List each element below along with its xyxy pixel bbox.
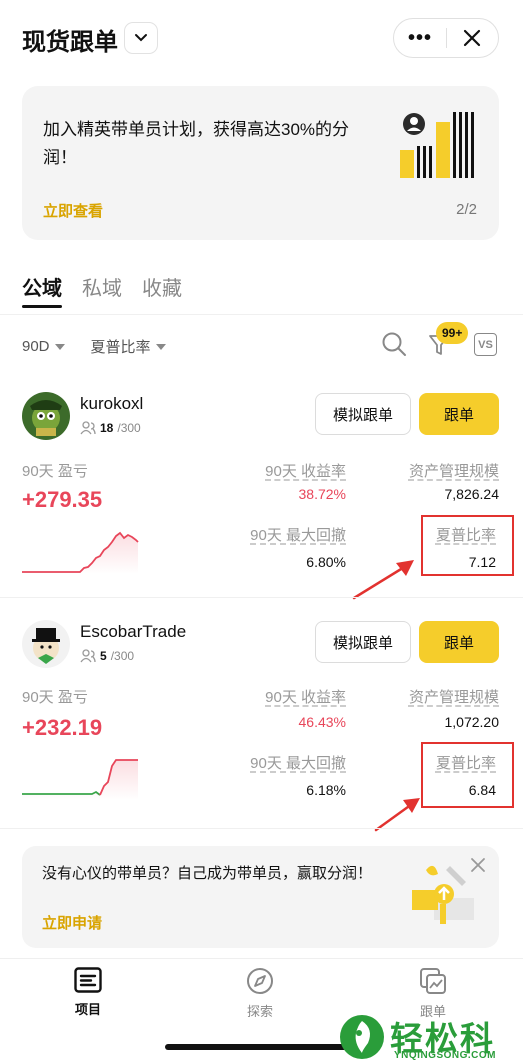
card-divider bbox=[0, 597, 523, 598]
simulate-follow-button[interactable]: 模拟跟单 bbox=[315, 621, 411, 663]
aum-value: 1,072.20 bbox=[444, 714, 500, 730]
tabs-divider bbox=[0, 314, 523, 315]
follow-button[interactable]: 跟单 bbox=[419, 621, 499, 663]
header: 现货跟单 ••• bbox=[0, 0, 523, 76]
close-icon[interactable] bbox=[469, 856, 487, 874]
nav-label: 项目 bbox=[74, 1002, 101, 1017]
people-icon bbox=[80, 649, 96, 663]
pnl-label: 90天 盈亏 bbox=[22, 463, 88, 480]
compare-vs-button[interactable]: VS bbox=[474, 333, 497, 356]
banner-view-link[interactable]: 立即查看 bbox=[43, 200, 103, 221]
roi-value: 46.43% bbox=[298, 714, 346, 730]
pnl-label: 90天 盈亏 bbox=[22, 689, 88, 706]
max-drawdown-label: 90天 最大回撤 bbox=[250, 527, 346, 544]
filter-bar: 90D 夏普比率 bbox=[22, 336, 166, 357]
avatar[interactable] bbox=[22, 620, 70, 668]
close-button[interactable] bbox=[447, 18, 498, 58]
follow-button[interactable]: 跟单 bbox=[419, 393, 499, 435]
simulate-follow-button[interactable]: 模拟跟单 bbox=[315, 393, 411, 435]
title-dropdown-button[interactable] bbox=[124, 22, 158, 54]
become-trader-promo[interactable]: 没有心仪的带单员？自己成为带单员，赢取分润！ 立即申请 bbox=[22, 846, 499, 948]
close-icon bbox=[464, 29, 481, 47]
follower-max: /300 bbox=[117, 421, 141, 435]
more-button[interactable]: ••• bbox=[394, 18, 446, 58]
compass-icon bbox=[247, 968, 273, 994]
follower-count: 18/300 bbox=[80, 421, 141, 435]
avatar[interactable] bbox=[22, 392, 70, 440]
tab-public[interactable]: 公域 bbox=[22, 272, 62, 308]
trader-name[interactable]: kurokoxl bbox=[80, 394, 143, 414]
caret-down-icon bbox=[54, 343, 65, 350]
period-filter-label: 90D bbox=[22, 338, 50, 355]
caret-down-icon bbox=[155, 343, 166, 350]
nav-item-explore[interactable]: 探索 bbox=[220, 967, 300, 1020]
category-tabs: 公域 私域 收藏 bbox=[22, 272, 182, 308]
banner-page-indicator: 2/2 bbox=[456, 201, 477, 218]
pnl-sparkline bbox=[22, 531, 139, 574]
page-title: 现货跟单 bbox=[22, 29, 118, 56]
trader-avatar-icon bbox=[22, 392, 70, 440]
follower-max: /300 bbox=[110, 649, 135, 663]
promo-text: 没有心仪的带单员？自己成为带单员，赢取分润！ bbox=[42, 865, 373, 882]
chevron-down-icon bbox=[135, 34, 147, 42]
copy-chart-icon bbox=[420, 968, 446, 994]
search-icon[interactable] bbox=[381, 331, 407, 357]
roi-label: 90天 收益率 bbox=[265, 463, 346, 480]
roi-label: 90天 收益率 bbox=[265, 689, 346, 706]
aum-label: 资产管理规模 bbox=[408, 463, 499, 480]
period-filter[interactable]: 90D bbox=[22, 336, 65, 357]
banner-text: 加入精英带单员计划，获得高达30%的分润！ bbox=[43, 120, 350, 167]
trader-avatar-icon bbox=[22, 620, 70, 668]
pnl-value: +279.35 bbox=[22, 487, 103, 512]
tab-private[interactable]: 私域 bbox=[82, 272, 122, 301]
max-drawdown-value: 6.18% bbox=[306, 782, 346, 798]
nav-label: 探索 bbox=[246, 1004, 273, 1019]
aum-label: 资产管理规模 bbox=[408, 689, 499, 706]
trader-name[interactable]: EscobarTrade bbox=[80, 622, 186, 642]
arrow-annotation-icon bbox=[352, 560, 414, 600]
aum-value: 7,826.24 bbox=[444, 486, 500, 502]
max-drawdown-label: 90天 最大回撤 bbox=[250, 755, 346, 772]
trader-card[interactable]: kurokoxl 18/300 模拟跟单 跟单 90天 盈亏 +279.35 9… bbox=[0, 380, 523, 600]
sort-filter[interactable]: 夏普比率 bbox=[91, 336, 166, 357]
sharpe-highlight-box bbox=[421, 515, 514, 576]
sharpe-highlight-box bbox=[421, 742, 514, 808]
card-divider bbox=[0, 828, 523, 829]
trader-chart-illustration-icon bbox=[400, 112, 474, 178]
follower-current: 5 bbox=[100, 649, 107, 663]
follower-current: 18 bbox=[100, 421, 114, 435]
roi-value: 38.72% bbox=[298, 486, 346, 502]
watermark: 轻松科技 YNQINGSONG.COM bbox=[336, 1012, 523, 1062]
filter-count-badge: 99+ bbox=[436, 322, 469, 344]
promo-apply-link[interactable]: 立即申请 bbox=[42, 912, 102, 933]
home-indicator bbox=[165, 1044, 355, 1050]
pnl-sparkline bbox=[22, 759, 138, 800]
follower-count: 5/300 bbox=[80, 649, 134, 663]
max-drawdown-value: 6.80% bbox=[306, 554, 346, 570]
tab-favorites[interactable]: 收藏 bbox=[142, 272, 182, 301]
watermark-logo-icon bbox=[340, 1015, 384, 1059]
people-icon bbox=[80, 421, 96, 435]
sort-filter-label: 夏普比率 bbox=[90, 339, 151, 356]
trader-card[interactable]: EscobarTrade 5/300 模拟跟单 跟单 90天 盈亏 +232.1… bbox=[0, 608, 523, 832]
gift-illustration-icon bbox=[412, 865, 474, 924]
watermark-subtext: YNQINGSONG.COM bbox=[394, 1050, 497, 1061]
mini-program-capsule: ••• bbox=[393, 18, 499, 58]
nav-item-project[interactable]: 项目 bbox=[48, 967, 128, 1018]
pnl-value: +232.19 bbox=[22, 715, 103, 740]
list-icon bbox=[74, 967, 102, 993]
elite-trader-banner[interactable]: 加入精英带单员计划，获得高达30%的分润！ 立即查看 2/2 bbox=[22, 86, 499, 240]
